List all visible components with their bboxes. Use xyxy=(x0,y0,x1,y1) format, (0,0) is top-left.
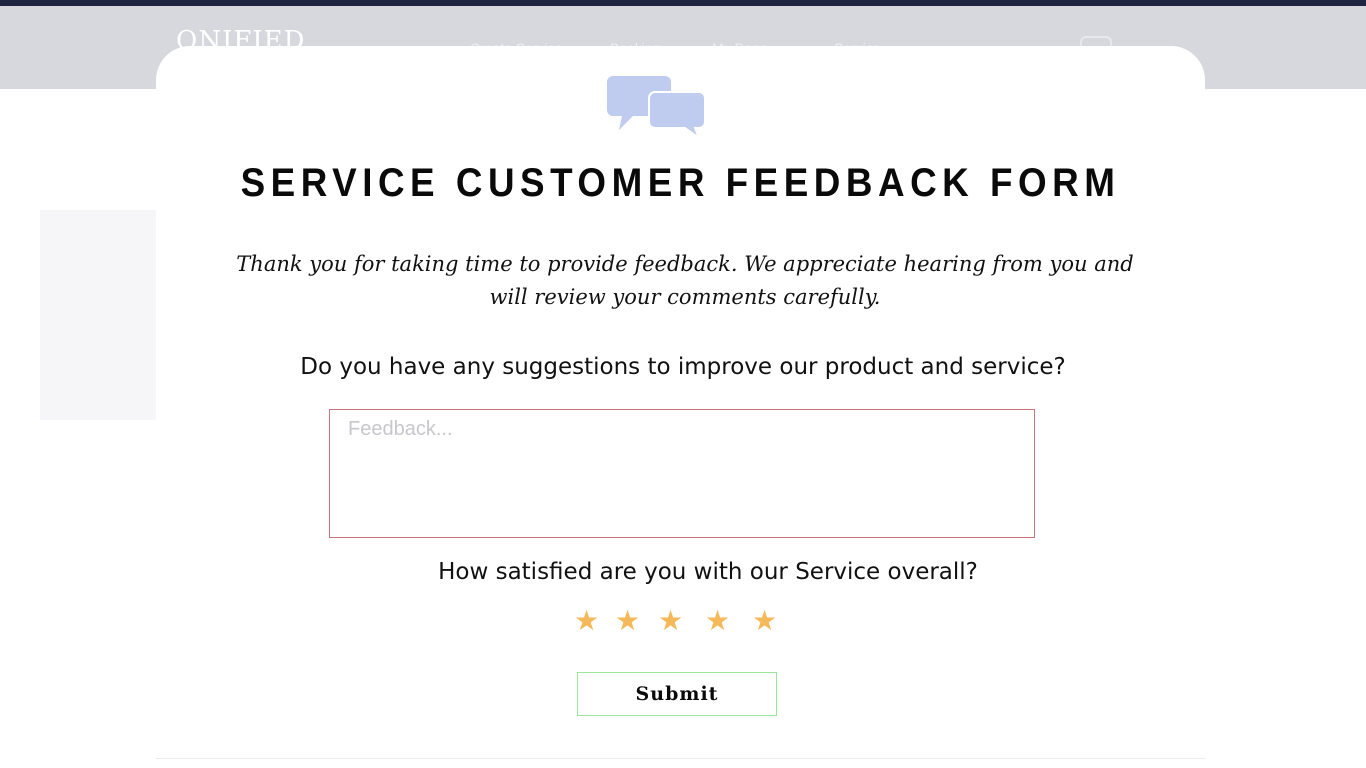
feedback-modal: SERVICE CUSTOMER FEEDBACK FORM Thank you… xyxy=(156,46,1205,746)
star-5-icon[interactable]: ★ xyxy=(752,604,777,637)
intro-text: Thank you for taking time to provide fee… xyxy=(236,252,1134,309)
feedback-textarea[interactable] xyxy=(329,409,1035,538)
form-title: SERVICE CUSTOMER FEEDBACK FORM xyxy=(240,161,1121,205)
star-4-icon[interactable]: ★ xyxy=(705,604,730,637)
satisfaction-question: How satisfied are you with our Service o… xyxy=(438,559,978,585)
star-3-icon[interactable]: ★ xyxy=(658,604,683,637)
suggestion-question: Do you have any suggestions to improve o… xyxy=(300,354,1066,380)
star-2-icon[interactable]: ★ xyxy=(615,604,640,637)
star-1-icon[interactable]: ★ xyxy=(574,604,599,637)
star-rating[interactable]: ★ ★ ★ ★ ★ xyxy=(574,604,784,644)
speech-bubbles-icon xyxy=(607,76,705,140)
modal-bottom-divider xyxy=(156,758,1205,759)
submit-button[interactable]: Submit xyxy=(577,672,777,716)
